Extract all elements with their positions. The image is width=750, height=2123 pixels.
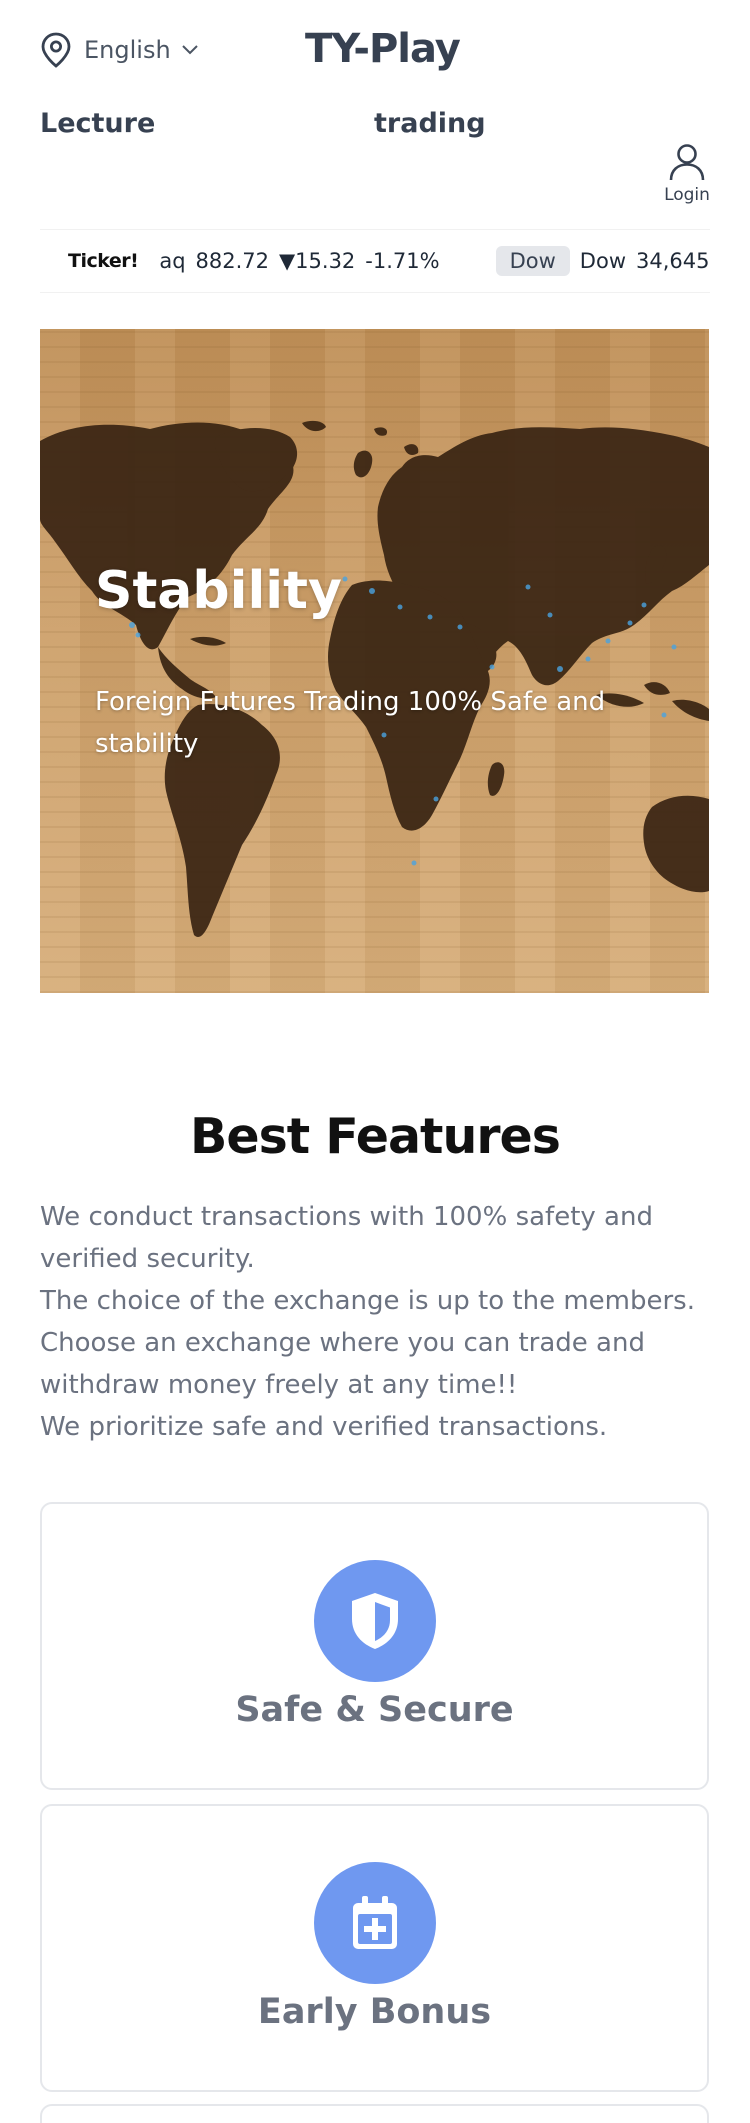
- ticker-percent: -1.71%: [365, 249, 440, 273]
- world-map-image: [40, 420, 709, 937]
- user-icon: [669, 144, 705, 181]
- nav-item-trading[interactable]: trading: [374, 108, 486, 139]
- ticker-badge-dow: Dow: [495, 246, 570, 276]
- ticker-track: daq 882.72 ▼15.32 -1.71% Dow Dow 34,645.…: [158, 230, 710, 292]
- stock-ticker: Ticker! daq 882.72 ▼15.32 -1.71% Dow Dow…: [40, 229, 710, 293]
- hero-title: Stability: [95, 561, 342, 621]
- features-description-line: We prioritize safe and verified transact…: [40, 1412, 608, 1442]
- feature-card-label: Safe & Secure: [235, 1690, 514, 1730]
- features-description-line: We conduct transactions with 100% safety…: [40, 1202, 653, 1274]
- ticker-value: 882.72: [195, 249, 270, 273]
- feature-card: [40, 2104, 709, 2123]
- chevron-down-icon: [181, 45, 198, 55]
- ticker-items: daq 882.72 ▼15.32 -1.71% Dow Dow 34,645.…: [158, 230, 710, 292]
- feature-card-label: Early Bonus: [257, 1992, 492, 2032]
- features-title: Best Features: [190, 1108, 561, 1165]
- nav-item-lecture[interactable]: Lecture: [40, 108, 155, 139]
- ticker-change: ▼15.32: [279, 249, 356, 273]
- ticker-label-dow: Dow: [579, 249, 626, 273]
- features-description: We conduct transactions with 100% safety…: [40, 1196, 720, 1448]
- page: English TY-Play Lecture trading Login Ti…: [0, 0, 750, 2123]
- feature-card-early-bonus: Early Bonus: [40, 1804, 709, 2092]
- login-label: Login: [664, 185, 710, 205]
- ticker-name-fragment: daq: [158, 249, 186, 273]
- shield-icon: [314, 1560, 436, 1682]
- language-label: English: [84, 36, 171, 64]
- location-pin-icon: [41, 32, 71, 68]
- features-description-line: The choice of the exchange is up to the …: [40, 1286, 695, 1316]
- header: English TY-Play Lecture trading Login: [0, 0, 750, 220]
- ticker-value-dow: 34,645.9: [636, 249, 710, 273]
- hero-subtitle: Foreign Futures Trading 100% Safe and st…: [95, 687, 606, 759]
- language-selector[interactable]: English: [40, 30, 199, 70]
- feature-card-safe-secure: Safe & Secure: [40, 1502, 709, 1790]
- calendar-plus-icon: [314, 1862, 436, 1984]
- brand-logo-text[interactable]: TY-Play: [305, 26, 461, 72]
- features-description-line: Choose an exchange where you can trade a…: [40, 1328, 645, 1400]
- hero-banner: Stability Foreign Futures Trading 100% S…: [40, 329, 709, 993]
- login-button[interactable]: Login: [660, 142, 714, 205]
- ticker-title: Ticker!: [68, 250, 139, 272]
